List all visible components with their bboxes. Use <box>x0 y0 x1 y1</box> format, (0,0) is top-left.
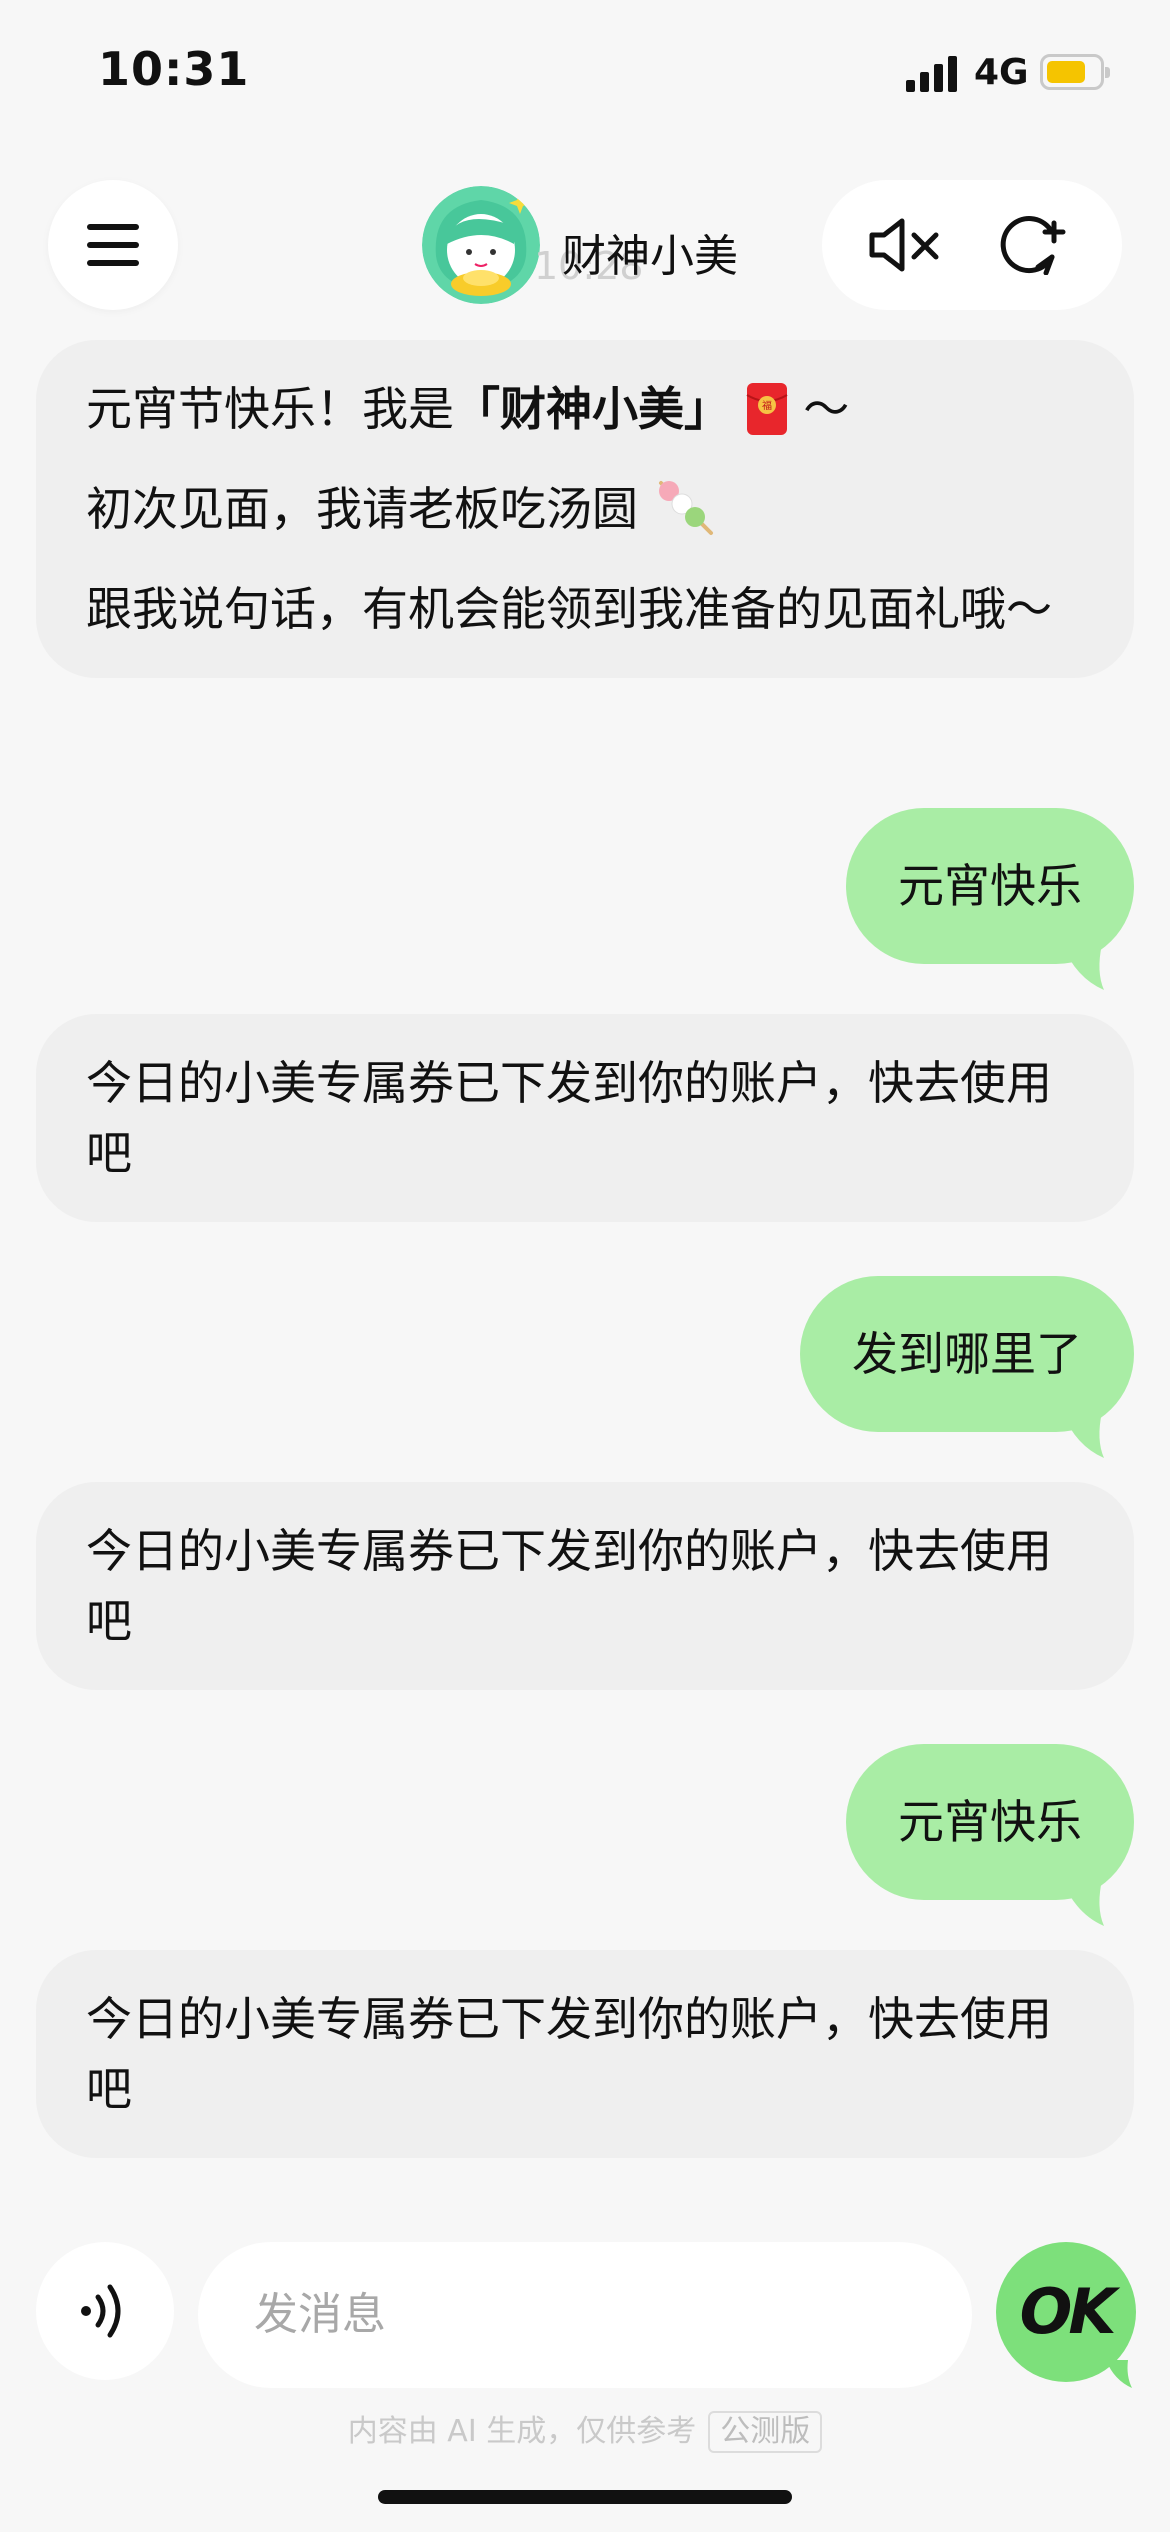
red-envelope-icon: 福 <box>746 383 788 435</box>
user-message: 发到哪里了 <box>800 1276 1134 1458</box>
bot-message: 今日的小美专属券已下发到你的账户，快去使用吧 <box>36 1950 1134 2158</box>
status-time: 10:31 <box>98 42 250 96</box>
bot-avatar[interactable] <box>422 186 540 304</box>
network-type: 4G <box>974 52 1029 93</box>
ok-send-button[interactable]: OK <box>996 2242 1136 2388</box>
message-line: 初次见面，我请老板吃汤圆 <box>86 474 1084 544</box>
bot-message: 今日的小美专属券已下发到你的账户，快去使用吧 <box>36 1482 1134 1690</box>
menu-icon <box>87 224 139 266</box>
tangyuan-icon <box>658 481 713 535</box>
voice-input-icon <box>81 2284 121 2338</box>
svg-text:福: 福 <box>762 399 772 412</box>
battery-icon <box>1040 54 1110 90</box>
speaker-muted-icon[interactable] <box>866 215 946 275</box>
bubble-tail <box>1062 944 1104 990</box>
message-line: 跟我说句话，有机会能领到我准备的见面礼哦～ <box>86 582 1052 636</box>
composer: 发消息 OK 内容由 AI 生成，仅供参考 公测版 <box>0 2210 1170 2532</box>
home-indicator[interactable] <box>378 2490 792 2504</box>
message-line: 元宵节快乐！我是「财神小美」 福 ～ <box>86 382 850 436</box>
new-chat-icon[interactable] <box>994 215 1074 275</box>
ai-disclaimer: 内容由 AI 生成，仅供参考 公测版 <box>0 2406 1170 2453</box>
message-input[interactable]: 发消息 <box>198 2242 972 2388</box>
bot-message: 今日的小美专属券已下发到你的账户，快去使用吧 <box>36 1014 1134 1222</box>
user-message: 元宵快乐 <box>846 1744 1134 1926</box>
bot-message: 元宵节快乐！我是「财神小美」 福 ～ 初次见面，我请老板吃汤圆 跟我说句话，有机… <box>36 340 1134 678</box>
cellular-signal-icon <box>906 56 957 92</box>
bubble-tail <box>1106 2360 1132 2388</box>
beta-tag: 公测版 <box>708 2411 823 2453</box>
header-actions <box>822 180 1122 310</box>
menu-button[interactable] <box>48 180 178 310</box>
bot-name: 财神小美 <box>562 231 738 282</box>
status-bar: 10:31 4G <box>0 0 1170 150</box>
user-message: 元宵快乐 <box>846 808 1134 990</box>
voice-input-button[interactable] <box>36 2242 174 2380</box>
bubble-tail <box>1062 1412 1104 1458</box>
bubble-tail <box>1062 1880 1104 1926</box>
